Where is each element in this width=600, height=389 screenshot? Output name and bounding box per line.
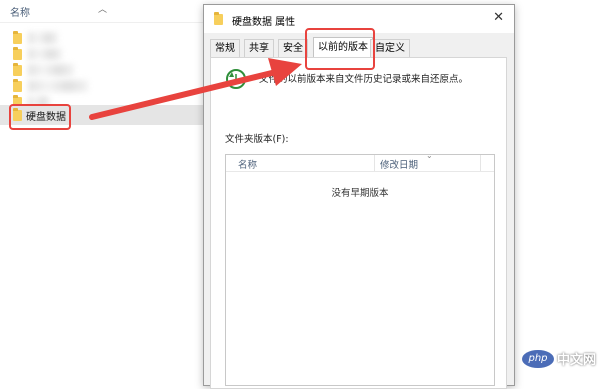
watermark-php-badge: php [522,349,554,368]
annotation-arrow [89,58,302,120]
watermark-logo: php 中文网 [522,349,596,368]
watermark-site-text: 中文网 [557,353,597,368]
